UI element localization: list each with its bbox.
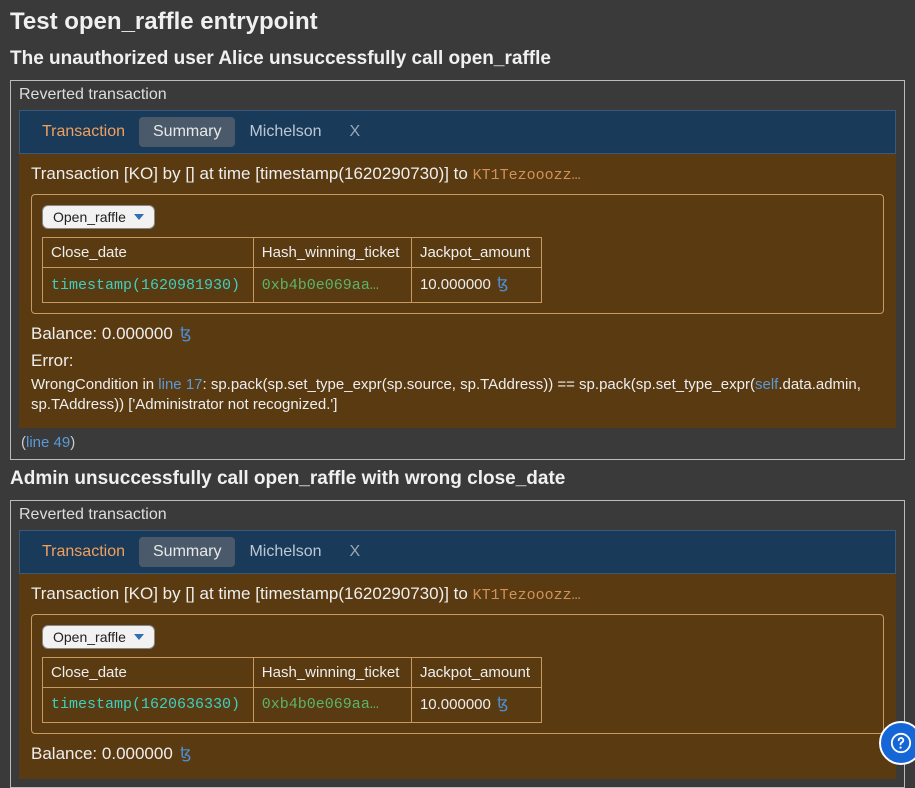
tab-michelson[interactable]: Michelson [235,537,335,567]
transaction-header: Transaction [KO] by [] at time [timestam… [31,584,884,604]
tez-icon: ꜩ [180,324,194,347]
balance-value: 0.000000 [102,744,173,763]
col-close-date: Close_date [43,238,254,268]
svg-text:ꜩ: ꜩ [497,695,508,712]
chevron-down-icon [134,634,144,640]
table-header-row: Close_date Hash_winning_ticket Jackpot_a… [43,657,542,687]
transaction-panel: Transaction [KO] by [] at time [timestam… [19,574,896,779]
col-hash: Hash_winning_ticket [253,238,411,268]
tab-summary[interactable]: Summary [139,117,235,147]
page-title: Test open_raffle entrypoint [10,8,905,36]
svg-text:ꜩ: ꜩ [497,275,508,292]
error-pre: WrongCondition in [31,376,158,393]
reverted-box: Reverted transaction Transaction Summary… [10,80,905,460]
self-keyword: self [755,376,778,393]
tez-icon: ꜩ [180,744,194,767]
tabs-bar: Transaction Summary Michelson X [19,530,896,574]
col-hash: Hash_winning_ticket [253,657,411,687]
balance-line: Balance: 0.000000 ꜩ [31,324,884,347]
test-title: The unauthorized user Alice unsuccessful… [10,48,905,70]
col-close-date: Close_date [43,657,254,687]
contract-address[interactable]: KT1Tezooozz… [473,587,581,604]
params-table: Close_date Hash_winning_ticket Jackpot_a… [42,237,542,303]
jackpot-value: 10.000000 [420,696,491,713]
table-row: timestamp(1620636330) 0xb4b0e069aa… 10.0… [43,687,542,722]
cell-close-date: timestamp(1620636330) [43,687,254,722]
balance-label: Balance: [31,324,102,343]
params-frame: Open_raffle Close_date Hash_winning_tick… [31,194,884,314]
cell-hash: 0xb4b0e069aa… [253,268,411,303]
error-label: Error: [31,351,884,371]
error-body: WrongCondition in line 17: sp.pack(sp.se… [31,375,884,416]
cell-jackpot: 10.000000 ꜩ [411,268,541,303]
reverted-label: Reverted transaction [19,86,896,104]
reverted-box: Reverted transaction Transaction Summary… [10,500,905,788]
tab-summary[interactable]: Summary [139,537,235,567]
cell-close-date: timestamp(1620981930) [43,268,254,303]
test-title: Admin unsuccessfully call open_raffle wi… [10,468,905,490]
cell-hash: 0xb4b0e069aa… [253,687,411,722]
contract-address[interactable]: KT1Tezooozz… [473,167,581,184]
balance-line: Balance: 0.000000 ꜩ [31,744,884,767]
error-line-link[interactable]: line 17 [158,376,202,393]
tab-close[interactable]: X [349,543,360,561]
col-jackpot: Jackpot_amount [411,657,541,687]
help-button[interactable] [879,721,915,765]
transaction-header: Transaction [KO] by [] at time [timestam… [31,164,884,184]
cell-jackpot: 10.000000 ꜩ [411,687,541,722]
dropdown-label: Open_raffle [53,629,126,645]
entrypoint-dropdown[interactable]: Open_raffle [42,205,155,229]
params-table: Close_date Hash_winning_ticket Jackpot_a… [42,657,542,723]
tx-header-text: Transaction [KO] by [] at time [timestam… [31,164,473,183]
params-frame: Open_raffle Close_date Hash_winning_tick… [31,614,884,734]
tx-header-text: Transaction [KO] by [] at time [timestam… [31,584,473,603]
balance-value: 0.000000 [102,324,173,343]
tab-close[interactable]: X [349,123,360,141]
col-jackpot: Jackpot_amount [411,238,541,268]
svg-text:ꜩ: ꜩ [180,745,191,762]
help-icon [890,732,912,754]
entrypoint-dropdown[interactable]: Open_raffle [42,625,155,649]
line-ref-link[interactable]: line 49 [26,434,70,451]
table-row: timestamp(1620981930) 0xb4b0e069aa… 10.0… [43,268,542,303]
chevron-down-icon [134,214,144,220]
tab-michelson[interactable]: Michelson [235,117,335,147]
dropdown-label: Open_raffle [53,209,126,225]
error-mid: : sp.pack(sp.set_type_expr(sp.source, sp… [203,376,755,393]
table-header-row: Close_date Hash_winning_ticket Jackpot_a… [43,238,542,268]
balance-label: Balance: [31,744,102,763]
line-ref: (line 49) [19,428,896,451]
jackpot-value: 10.000000 [420,276,491,293]
reverted-label: Reverted transaction [19,506,896,524]
tabs-bar: Transaction Summary Michelson X [19,110,896,154]
tab-transaction[interactable]: Transaction [28,537,139,567]
tab-transaction[interactable]: Transaction [28,117,139,147]
svg-text:ꜩ: ꜩ [180,325,191,342]
transaction-panel: Transaction [KO] by [] at time [timestam… [19,154,896,428]
tez-icon: ꜩ [497,694,511,716]
tez-icon: ꜩ [497,274,511,296]
